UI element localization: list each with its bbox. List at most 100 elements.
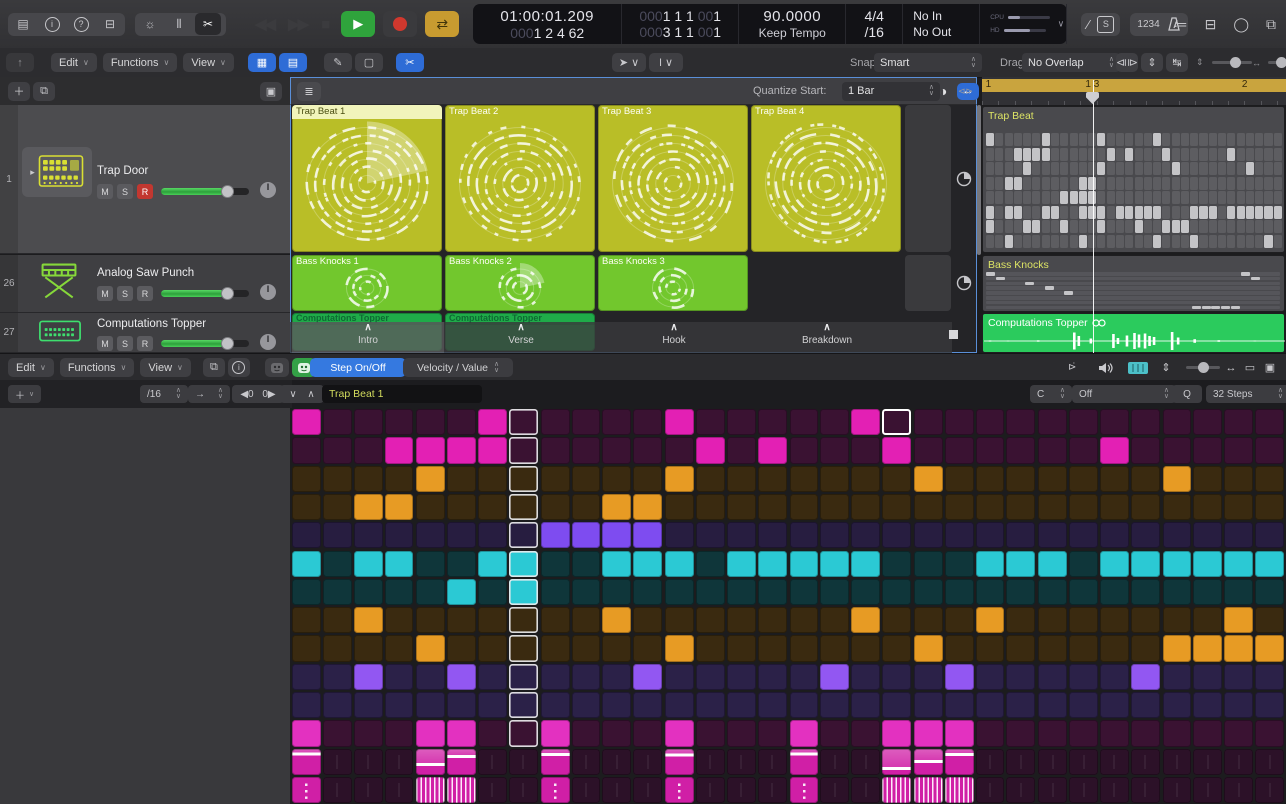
step-cell[interactable] <box>1100 635 1129 661</box>
step-cell[interactable] <box>851 522 880 548</box>
loop-browser-icon[interactable]: ⧉ <box>1266 16 1276 33</box>
step-cell[interactable] <box>665 466 694 492</box>
pattern-length-select[interactable]: 32 Steps∧∨ <box>1206 385 1286 403</box>
step-cell[interactable] <box>976 466 1005 492</box>
subrow-cell[interactable] <box>509 749 538 775</box>
step-cell[interactable] <box>1131 635 1160 661</box>
volume-slider[interactable] <box>161 340 249 347</box>
step-cell[interactable] <box>820 635 849 661</box>
step-cell[interactable] <box>633 664 662 690</box>
step-cell[interactable] <box>602 635 631 661</box>
subrow-cell[interactable] <box>416 777 445 803</box>
step-cell[interactable] <box>292 494 321 520</box>
step-cell[interactable] <box>914 437 943 463</box>
step-cell[interactable] <box>945 466 974 492</box>
step-cell[interactable] <box>820 692 849 718</box>
step-cell[interactable] <box>354 522 383 548</box>
step-cell[interactable] <box>945 720 974 746</box>
step-cell[interactable] <box>633 494 662 520</box>
step-cell[interactable] <box>882 437 911 463</box>
step-cell[interactable] <box>665 409 694 435</box>
step-cell[interactable] <box>1038 607 1067 633</box>
step-cell[interactable] <box>790 522 819 548</box>
step-cell[interactable] <box>602 466 631 492</box>
secondary-tool-select[interactable]: I∨ <box>649 53 683 72</box>
subrow-cell[interactable] <box>1163 777 1192 803</box>
step-cell[interactable] <box>602 494 631 520</box>
scene-trigger[interactable]: ∧Intro <box>292 322 444 353</box>
key-select[interactable]: C∧∨ <box>1030 385 1072 403</box>
step-cell[interactable] <box>665 437 694 463</box>
pointer-tool-select[interactable]: ➤∨ <box>612 53 646 72</box>
step-cell[interactable] <box>478 664 507 690</box>
step-cell[interactable] <box>820 409 849 435</box>
edit-menu[interactable]: Edit∨ <box>51 53 97 72</box>
step-cell[interactable] <box>758 720 787 746</box>
step-cell[interactable] <box>1255 409 1284 435</box>
split-tool-icon[interactable]: ✂ <box>396 53 424 72</box>
step-cell[interactable] <box>1006 551 1035 577</box>
step-cell[interactable] <box>790 635 819 661</box>
live-loops-scrollbar[interactable] <box>977 105 981 255</box>
step-cell[interactable] <box>509 692 538 718</box>
step-cell[interactable] <box>914 551 943 577</box>
step-cell[interactable] <box>541 409 570 435</box>
step-cell[interactable] <box>1163 466 1192 492</box>
step-cell[interactable] <box>633 579 662 605</box>
mute-button[interactable]: M <box>97 286 113 301</box>
step-cell[interactable] <box>1100 409 1129 435</box>
step-cell[interactable] <box>727 437 756 463</box>
step-cell[interactable] <box>1131 466 1160 492</box>
seq-zoom-slider[interactable] <box>1186 366 1220 369</box>
step-rate-select[interactable]: /16∧∨ <box>140 385 188 403</box>
step-cell[interactable] <box>1069 607 1098 633</box>
step-cell[interactable] <box>665 607 694 633</box>
step-cell[interactable] <box>1255 551 1284 577</box>
step-cell[interactable] <box>1131 437 1160 463</box>
step-cell[interactable] <box>447 692 476 718</box>
subrow-cell[interactable] <box>914 749 943 775</box>
scissors-tool-icon[interactable]: ✂ <box>195 13 221 35</box>
link-window-icon[interactable]: ▭ <box>1240 358 1260 377</box>
step-cell[interactable] <box>1193 720 1222 746</box>
play-button[interactable]: ▶ <box>341 11 375 37</box>
step-cell[interactable] <box>354 409 383 435</box>
automation-tool-icon[interactable]: ✎ <box>324 53 352 72</box>
audio-region[interactable]: Computations Topper <box>982 313 1285 353</box>
step-cell[interactable] <box>416 607 445 633</box>
step-cell[interactable] <box>820 466 849 492</box>
step-cell[interactable] <box>416 635 445 661</box>
step-cell[interactable] <box>758 551 787 577</box>
step-cell[interactable] <box>323 607 352 633</box>
add-row-button[interactable]: ＋∨ <box>8 385 41 403</box>
step-cell[interactable] <box>447 437 476 463</box>
step-cell[interactable] <box>1038 437 1067 463</box>
step-cell[interactable] <box>790 551 819 577</box>
step-cell[interactable] <box>914 494 943 520</box>
step-cell[interactable] <box>354 607 383 633</box>
step-cell[interactable] <box>1038 692 1067 718</box>
step-cell[interactable] <box>851 494 880 520</box>
drag-select[interactable]: No Overlap∧∨ <box>1022 53 1120 72</box>
step-cell[interactable] <box>945 607 974 633</box>
subrow-cell[interactable] <box>727 749 756 775</box>
step-cell[interactable] <box>478 692 507 718</box>
step-cell[interactable] <box>447 607 476 633</box>
step-cell[interactable] <box>1069 466 1098 492</box>
disclosure-icon[interactable]: ▸ <box>30 167 35 178</box>
lcd-chevron-icon[interactable]: ∨ <box>1058 19 1065 30</box>
view-menu[interactable]: View∨ <box>183 53 234 72</box>
clipboard-icon[interactable]: ⧉ <box>203 358 225 377</box>
mixer-icon[interactable]: ⫴ <box>166 13 192 35</box>
step-cell[interactable] <box>1006 607 1035 633</box>
step-cell[interactable] <box>1100 720 1129 746</box>
step-cell[interactable] <box>633 635 662 661</box>
subrow-cell[interactable] <box>541 749 570 775</box>
step-cell[interactable] <box>541 692 570 718</box>
subrow-cell[interactable] <box>1255 777 1284 803</box>
step-cell[interactable] <box>1038 551 1067 577</box>
expand-window-icon[interactable]: ▣ <box>1260 358 1280 377</box>
step-cell[interactable] <box>633 466 662 492</box>
step-cell[interactable] <box>882 579 911 605</box>
quick-help-icon[interactable]: ☼ <box>137 13 163 35</box>
